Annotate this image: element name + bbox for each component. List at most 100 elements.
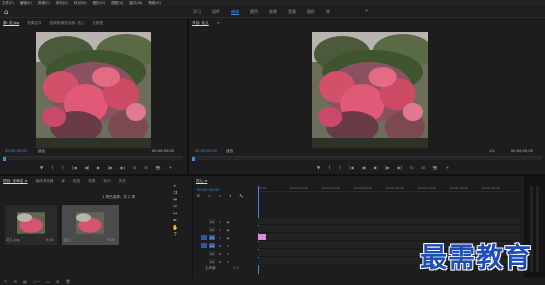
mark-in-icon[interactable]: { — [328, 165, 331, 170]
new-item-icon[interactable]: ⊞ — [56, 279, 59, 284]
mark-in-icon[interactable]: { — [51, 165, 54, 170]
overwrite-icon[interactable]: ⊟ — [144, 165, 147, 170]
go-to-in-icon[interactable]: |◀ — [72, 165, 76, 170]
zoom-slider-icon[interactable]: ○— — [33, 279, 41, 284]
export-frame-icon[interactable]: 📷 — [156, 165, 161, 170]
source-patch[interactable] — [201, 219, 207, 224]
menu-edit[interactable]: 编辑(E) — [20, 1, 32, 6]
timeline-settings-icon[interactable]: 🔧 — [239, 194, 243, 198]
marker-icon[interactable]: ▼ — [40, 165, 43, 170]
workspace-tab-libraries[interactable]: 库 — [326, 9, 330, 15]
tab-media-browser[interactable]: 媒体浏览器 — [35, 179, 53, 184]
play-icon[interactable]: ▶ — [374, 165, 377, 170]
menu-clip[interactable]: 剪辑(C) — [38, 1, 50, 6]
ripple-edit-tool-icon[interactable]: ⇹ — [173, 197, 177, 204]
selection-tool-icon[interactable]: ▸ — [174, 183, 177, 190]
track-lane-v2[interactable] — [258, 226, 520, 233]
master-volume-value[interactable]: 0.0 — [233, 266, 239, 270]
extract-icon[interactable]: ⊟ — [421, 165, 424, 170]
workspace-more-icon[interactable]: » — [365, 8, 368, 14]
menu-graphics[interactable]: 图形(G) — [93, 1, 105, 6]
timeline-timecode[interactable]: 00;00;00;00 — [197, 188, 219, 192]
go-to-out-icon[interactable]: ▶| — [398, 165, 402, 170]
menu-window[interactable]: 窗口(W) — [129, 1, 142, 6]
mute-icon[interactable]: M — [217, 251, 223, 256]
track-select-tool-icon[interactable]: ⇉ — [173, 190, 177, 197]
add-marker-icon[interactable]: ▾ — [229, 194, 231, 198]
track-label[interactable]: V1 — [209, 235, 215, 240]
step-forward-icon[interactable]: |▶ — [385, 165, 389, 170]
slip-tool-icon[interactable]: ↔ — [173, 211, 177, 218]
menu-sequence[interactable]: 序列(S) — [56, 1, 68, 6]
workspace-tab-learn[interactable]: 学习 — [193, 9, 201, 15]
source-patch[interactable] — [201, 259, 207, 264]
eye-icon[interactable]: ◉ — [225, 219, 231, 224]
eye-icon[interactable]: ◉ — [225, 235, 231, 240]
tab-history[interactable]: 历史 — [119, 179, 126, 184]
mark-out-icon[interactable]: } — [339, 165, 342, 170]
workspace-tab-graphics[interactable]: 图形 — [307, 9, 315, 15]
menu-marker[interactable]: 标记(M) — [74, 1, 87, 6]
workspace-tab-color[interactable]: 颜色 — [250, 9, 258, 15]
panel-menu-icon[interactable]: ≡ — [217, 21, 220, 25]
tab-audio-clip-mixer[interactable]: 音频剪辑混合器: 花儿 — [50, 21, 85, 26]
tab-metadata[interactable]: 元数据 — [92, 21, 103, 26]
hand-tool-icon[interactable]: ✋ — [172, 225, 178, 232]
program-fit-dropdown[interactable]: 适合 — [226, 149, 233, 154]
tab-effects[interactable]: 效果 — [88, 179, 95, 184]
program-resolution-dropdown[interactable]: 1/2 — [489, 149, 495, 153]
solo-icon[interactable]: S — [225, 251, 231, 256]
razor-tool-icon[interactable]: ✂ — [173, 204, 177, 211]
source-patch[interactable] — [201, 243, 207, 248]
tab-sequence[interactable]: 花儿 ≡ — [196, 179, 207, 184]
pen-tool-icon[interactable]: ✒ — [173, 218, 177, 225]
play-icon[interactable]: ▶ — [97, 165, 100, 170]
menu-help[interactable]: 帮助(H) — [148, 1, 160, 6]
icon-view-icon[interactable]: ▦ — [23, 279, 27, 284]
tab-markers[interactable]: 标记 — [103, 179, 110, 184]
tab-libraries[interactable]: 库 — [61, 179, 65, 184]
marker-icon[interactable]: ▼ — [317, 165, 320, 170]
source-playhead[interactable] — [3, 157, 6, 161]
track-label[interactable]: A1 — [209, 243, 215, 248]
pencil-icon[interactable]: ✎ — [4, 279, 7, 284]
step-back-icon[interactable]: ◀| — [85, 165, 89, 170]
video-clip[interactable] — [258, 234, 266, 240]
menu-view[interactable]: 视图(V) — [111, 1, 123, 6]
source-fit-dropdown[interactable]: 适合 — [38, 149, 45, 154]
workspace-tab-effects[interactable]: 效果 — [269, 9, 277, 15]
type-tool-icon[interactable]: T — [174, 232, 177, 239]
mute-icon[interactable]: M — [217, 259, 223, 264]
program-playhead[interactable] — [192, 157, 195, 161]
export-frame-icon[interactable]: 📷 — [433, 165, 438, 170]
tab-project[interactable]: 项目: 未命名 ≡ — [3, 179, 27, 184]
tab-program[interactable]: 节目: 花儿 — [192, 21, 209, 26]
track-label[interactable]: V2 — [209, 227, 215, 232]
track-label[interactable]: A2 — [209, 251, 215, 256]
eye-icon[interactable]: ◉ — [225, 227, 231, 232]
mark-out-icon[interactable]: } — [62, 165, 65, 170]
button-editor-icon[interactable]: + — [446, 165, 449, 170]
linked-selection-icon[interactable]: ⊂ — [219, 194, 222, 198]
program-timecode[interactable]: 00;00;00;00 — [195, 149, 217, 153]
workspace-tab-editing[interactable]: 编辑 — [231, 9, 239, 15]
new-bin-icon[interactable]: ▭ — [46, 279, 50, 284]
tab-source[interactable]: 源: 花.jpg — [3, 21, 19, 26]
list-view-icon[interactable]: ☰ — [13, 279, 17, 284]
lock-icon[interactable]: ▫ — [217, 219, 223, 224]
trash-icon[interactable]: 🗑 — [65, 279, 70, 284]
workspace-tab-audio[interactable]: 音频 — [288, 9, 296, 15]
mute-icon[interactable]: M — [217, 243, 223, 248]
solo-icon[interactable]: S — [225, 243, 231, 248]
source-patch[interactable] — [201, 235, 207, 240]
program-scrubber[interactable] — [192, 156, 542, 161]
track-lane-v3[interactable] — [258, 218, 520, 225]
source-timecode[interactable]: 00;00;00;00 — [5, 149, 27, 153]
nest-icon[interactable]: ⊞ — [197, 194, 200, 198]
lift-icon[interactable]: ⊡ — [410, 165, 413, 170]
timeline-ruler[interactable]: 00;00 00;00;16;00 00;00;32;00 00;00;48;0… — [258, 186, 520, 192]
track-label[interactable]: V3 — [209, 219, 215, 224]
workspace-tab-assembly[interactable]: 组件 — [212, 9, 220, 15]
step-forward-icon[interactable]: |▶ — [108, 165, 112, 170]
solo-icon[interactable]: S — [225, 259, 231, 264]
